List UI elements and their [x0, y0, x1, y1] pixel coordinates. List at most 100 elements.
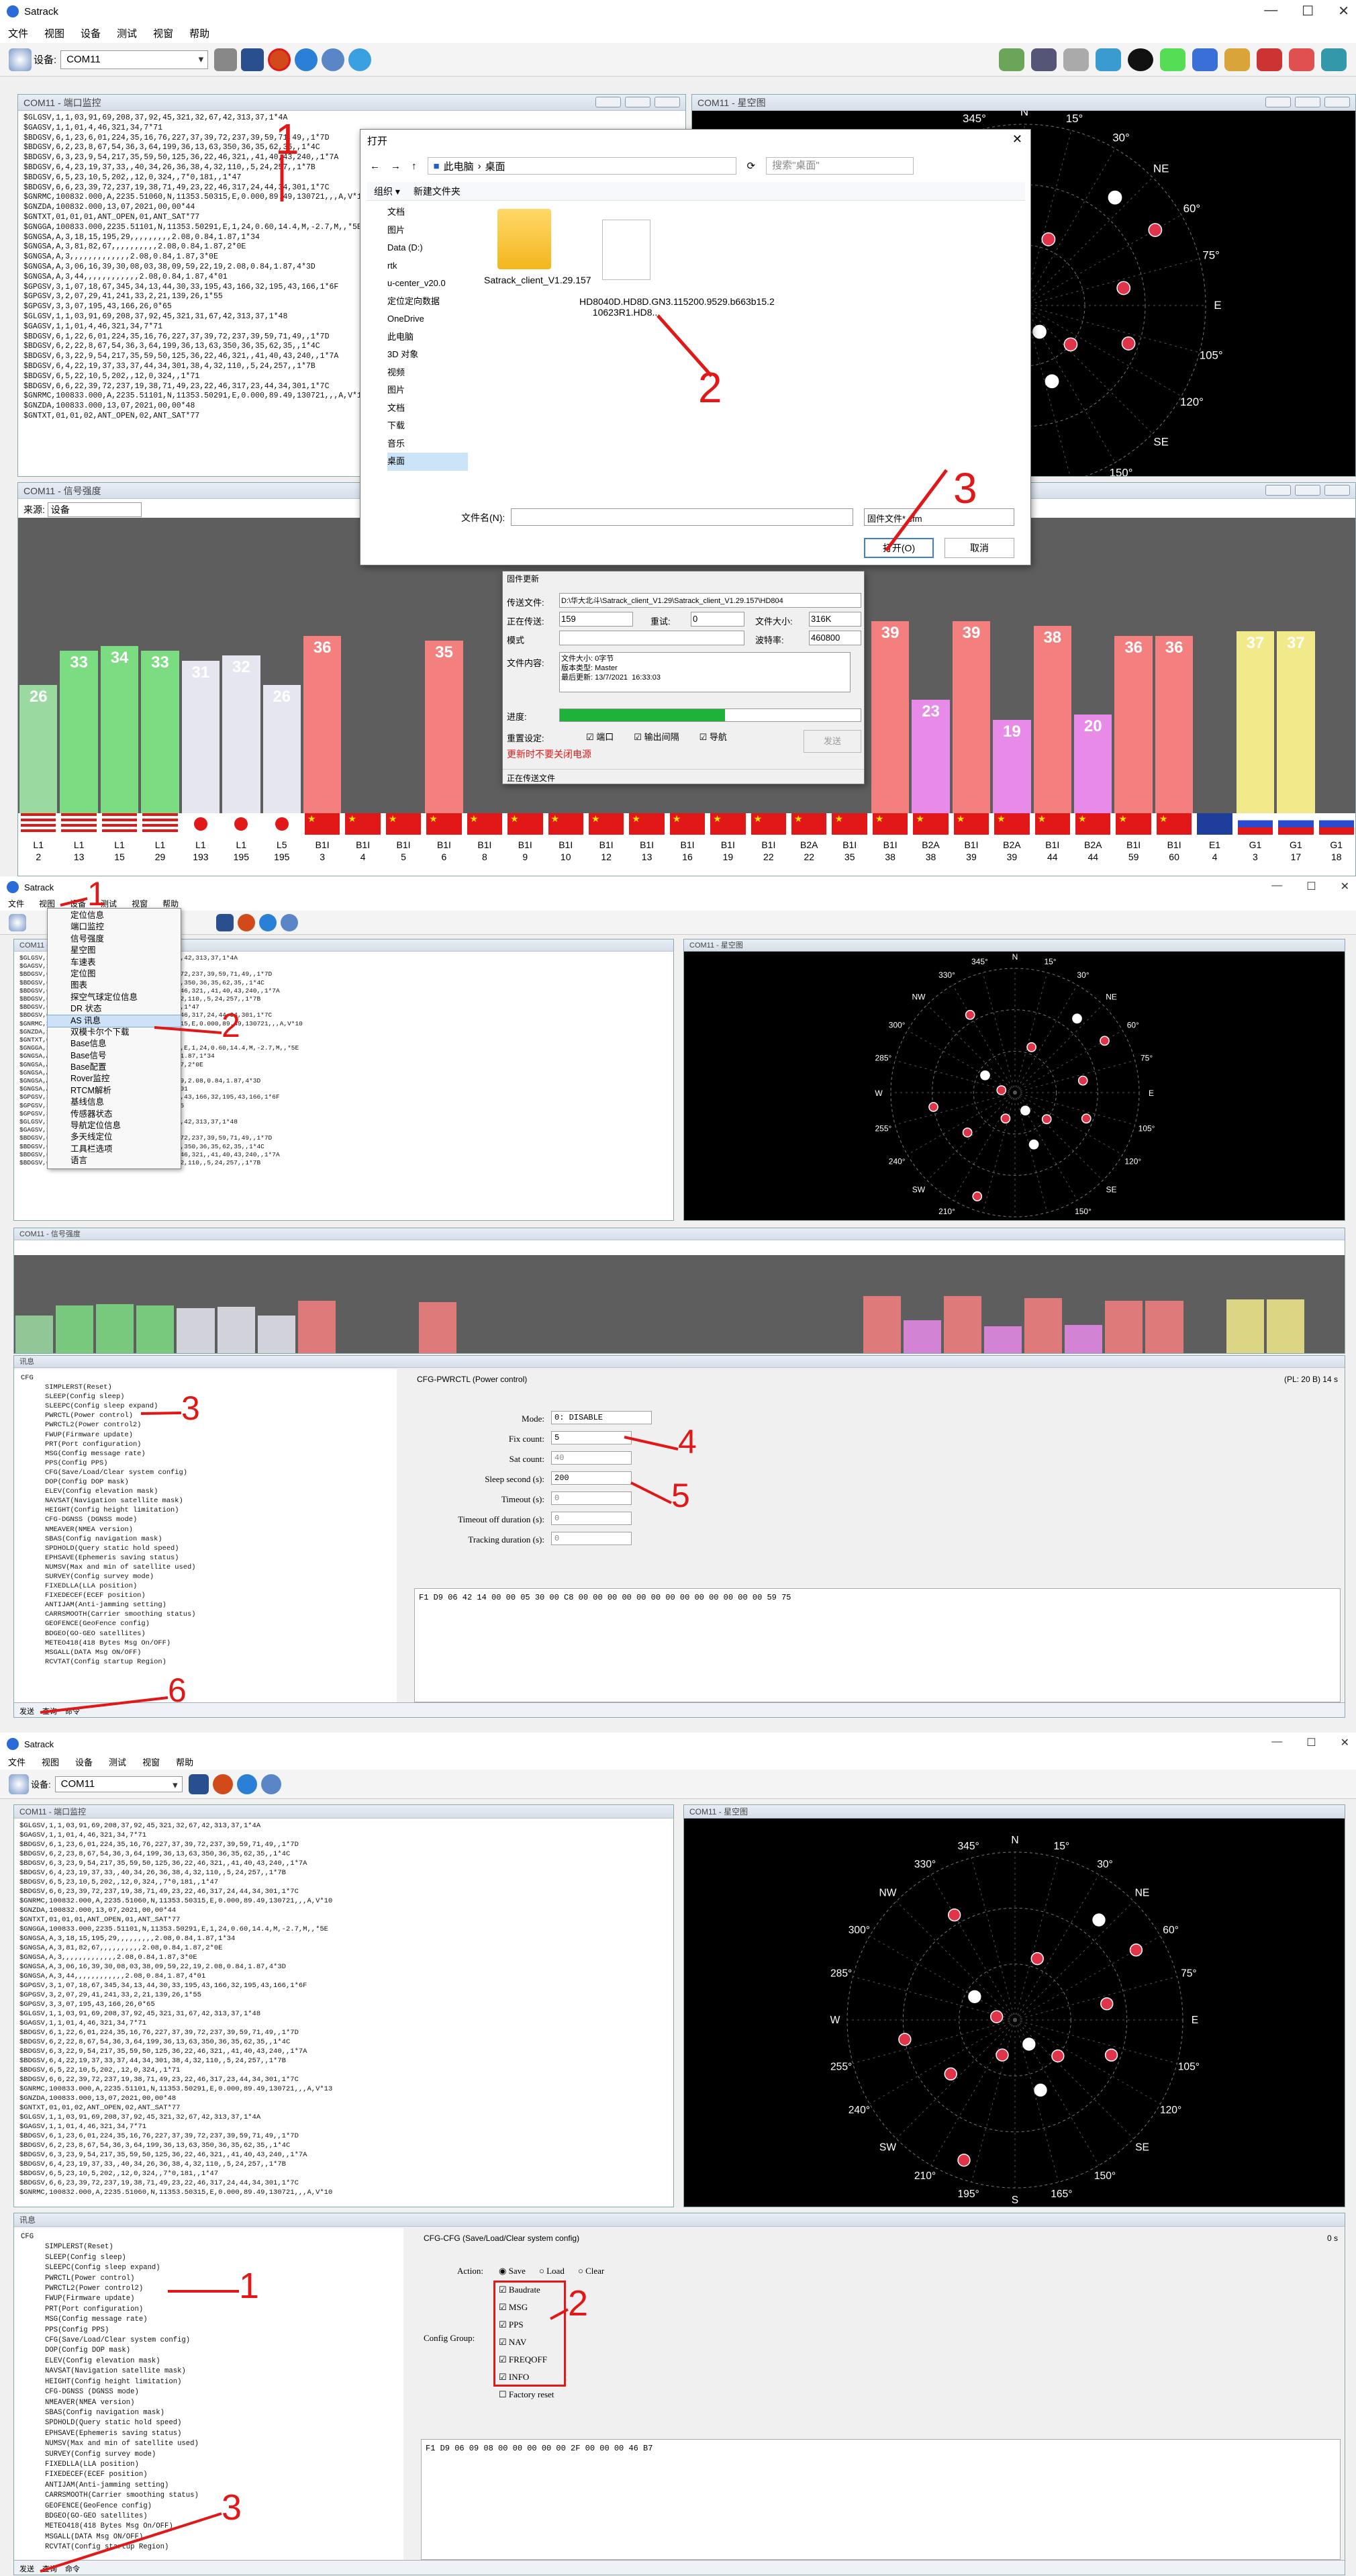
- up-icon[interactable]: ↑: [411, 160, 417, 172]
- menu-item[interactable]: 文件: [8, 26, 28, 40]
- connect-icon[interactable]: [9, 913, 26, 931]
- maximize-icon[interactable]: ☐: [1306, 1736, 1316, 1749]
- mode-field[interactable]: [559, 631, 744, 645]
- view-menu-item[interactable]: 语言: [48, 1155, 181, 1166]
- connect-icon[interactable]: [9, 1774, 29, 1794]
- close-icon[interactable]: ✕: [1338, 3, 1349, 19]
- pane-min-button[interactable]: [1265, 485, 1291, 496]
- view-menu-item[interactable]: 端口监控: [48, 921, 181, 933]
- minimize-icon[interactable]: —: [1271, 880, 1282, 893]
- menu-item[interactable]: 文件: [8, 1755, 26, 1768]
- menu-item[interactable]: 视图: [44, 26, 64, 40]
- send-button[interactable]: 发送: [804, 730, 861, 753]
- cfg-tree-item[interactable]: SLEEP(Config sleep): [21, 2253, 397, 2263]
- note-icon[interactable]: [1224, 48, 1250, 71]
- cfg-tree-item[interactable]: METEO418(418 Bytes Msg On/OFF): [21, 1639, 390, 1648]
- cfg-tree-item[interactable]: SURVEY(Config survey mode): [21, 1572, 390, 1581]
- query-button[interactable]: 查询: [42, 2563, 57, 2574]
- view-menu-item[interactable]: 导航定位信息: [48, 1120, 181, 1132]
- nav-item[interactable]: 桌面: [387, 453, 468, 471]
- view-menu-item[interactable]: 双模卡尔个下载: [48, 1027, 181, 1038]
- cfg-tree-item[interactable]: PWRCTL(Power control): [21, 2274, 397, 2284]
- back-icon[interactable]: ←: [370, 160, 380, 172]
- query-button[interactable]: 查询: [42, 1706, 57, 1716]
- cfg-tree-item[interactable]: CARRSMOOTH(Carrier smoothing status): [21, 1610, 390, 1619]
- chart-icon[interactable]: [1031, 48, 1057, 71]
- cfg-tree-item[interactable]: DOP(Config DOP mask): [21, 2346, 397, 2356]
- nav-item[interactable]: 定位定向数据: [387, 293, 468, 311]
- cfg-tree-item[interactable]: FIXEDLLA(LLA position): [21, 1581, 390, 1591]
- pane-close-button[interactable]: [655, 97, 680, 107]
- action-load-radio[interactable]: ○ Load: [539, 2266, 565, 2276]
- cancel-button[interactable]: 取消: [945, 538, 1014, 558]
- cfg-tree-item[interactable]: FIXEDLLA(LLA position): [21, 2460, 397, 2470]
- cfg-tree-item[interactable]: EPHSAVE(Ephemeris saving status): [21, 2429, 397, 2439]
- refresh-icon[interactable]: [236, 1774, 257, 1794]
- view-menu-item[interactable]: 星空图: [48, 945, 181, 956]
- globe-icon[interactable]: [348, 48, 372, 71]
- menu-item[interactable]: 帮助: [162, 898, 179, 909]
- dashboard-icon[interactable]: [1160, 48, 1185, 71]
- cfg-tree-item[interactable]: MSGALL(DATA Msg ON/OFF): [21, 1648, 390, 1657]
- maximize-icon[interactable]: ☐: [1302, 3, 1314, 19]
- refresh-icon[interactable]: ⟳: [747, 160, 756, 172]
- cfg-tree-item[interactable]: DOP(Config DOP mask): [21, 1477, 390, 1487]
- sat-count-input[interactable]: 40: [551, 1451, 632, 1465]
- pane-min-button[interactable]: [595, 97, 621, 107]
- cfg-tree-item[interactable]: EPHSAVE(Ephemeris saving status): [21, 1553, 390, 1563]
- open-button[interactable]: 打开(O): [864, 538, 934, 558]
- nav-item[interactable]: 下载: [387, 417, 468, 435]
- view-menu-item[interactable]: 多天线定位: [48, 1132, 181, 1143]
- view-menu-item[interactable]: 探空气球定位信息: [48, 992, 181, 1003]
- cfg-tree-item[interactable]: SURVEY(Config survey mode): [21, 2450, 397, 2460]
- pane-close-button[interactable]: [1324, 485, 1350, 496]
- cfg-tree-item[interactable]: HEIGHT(Config height limitation): [21, 1506, 390, 1515]
- cfg-tree-item[interactable]: MSGALL(DATA Msg ON/OFF): [21, 2532, 397, 2542]
- cfg-tree-item[interactable]: MSG(Config message rate): [21, 1449, 390, 1459]
- address-bar[interactable]: ■ 此电脑 › 桌面: [427, 157, 736, 175]
- file-item-firmware[interactable]: HD8040D.HD8D.GN3.115200.9529.b663b15.2 1…: [579, 209, 775, 318]
- view-menu-item[interactable]: 信号强度: [48, 933, 181, 945]
- menu-item[interactable]: 测试: [117, 26, 137, 40]
- minimize-icon[interactable]: —: [1271, 1736, 1282, 1749]
- output-checkbox[interactable]: ☑ 输出间隔: [634, 730, 679, 743]
- dialog-close-icon[interactable]: ✕: [1012, 132, 1022, 146]
- file-item-folder[interactable]: Satrack_client_V1.29.157: [484, 209, 591, 285]
- close-icon[interactable]: ✕: [1341, 880, 1349, 893]
- cfg-tree-item[interactable]: BDGEO(GO-GEO satellites): [21, 1629, 390, 1639]
- minimize-icon[interactable]: —: [1264, 3, 1277, 19]
- menu-item[interactable]: 视图: [39, 898, 55, 909]
- menu-item[interactable]: 视窗: [153, 26, 173, 40]
- nav-item[interactable]: 文档: [387, 203, 468, 222]
- cfg-tree-item[interactable]: GEOFENCE(GeoFence config): [21, 2501, 397, 2512]
- cfg-tree-item[interactable]: FWUP(Firmware update): [21, 2294, 397, 2304]
- tool-icon[interactable]: [1289, 48, 1314, 71]
- cfg-tree-item[interactable]: PRT(Port configuration): [21, 1440, 390, 1449]
- pen-icon[interactable]: [214, 48, 238, 71]
- menu-item[interactable]: 设备: [75, 1755, 93, 1768]
- antenna-icon[interactable]: [1063, 48, 1089, 71]
- cfg-tree-item[interactable]: SPDHOLD(Query static hold speed): [21, 2418, 397, 2428]
- menu-item[interactable]: 测试: [109, 1755, 126, 1768]
- cfg-tree-item[interactable]: NUMSV(Max and min of satellite used): [21, 1563, 390, 1572]
- cmd-tab[interactable]: 命令: [65, 2563, 80, 2574]
- cfg-tree-item[interactable]: ANTIJAM(Anti-jamming setting): [21, 1600, 390, 1610]
- cfg-tree-item[interactable]: ELEV(Config elevation mask): [21, 2356, 397, 2366]
- cfg-tree-item[interactable]: SPDHOLD(Query static hold speed): [21, 1544, 390, 1553]
- skyplot-icon[interactable]: [1128, 48, 1153, 71]
- menu-item[interactable]: 帮助: [189, 26, 209, 40]
- view-menu-item[interactable]: 定位信息: [48, 910, 181, 921]
- new-folder-button[interactable]: 新建文件夹: [414, 185, 461, 198]
- cfg-tree-item[interactable]: GEOFENCE(GeoFence config): [21, 1619, 390, 1628]
- cfg-tree-item[interactable]: CFG: [21, 1373, 390, 1383]
- action-save-radio[interactable]: ◉ Save: [499, 2266, 526, 2276]
- cfg-tree-item[interactable]: RCVTAT(Config startup Region): [21, 2542, 397, 2552]
- view-menu-item[interactable]: 基线信息: [48, 1097, 181, 1108]
- signal-source-combo[interactable]: 设备: [47, 502, 142, 517]
- cfg-tree-item[interactable]: HEIGHT(Config height limitation): [21, 2377, 397, 2387]
- timeout-off-input[interactable]: 0: [551, 1512, 632, 1525]
- view-menu-item[interactable]: Base信号: [48, 1050, 181, 1062]
- satellite-icon[interactable]: [1096, 48, 1121, 71]
- cfg-tree-item[interactable]: CFG: [21, 2232, 397, 2242]
- action-clear-radio[interactable]: ○ Clear: [578, 2266, 604, 2276]
